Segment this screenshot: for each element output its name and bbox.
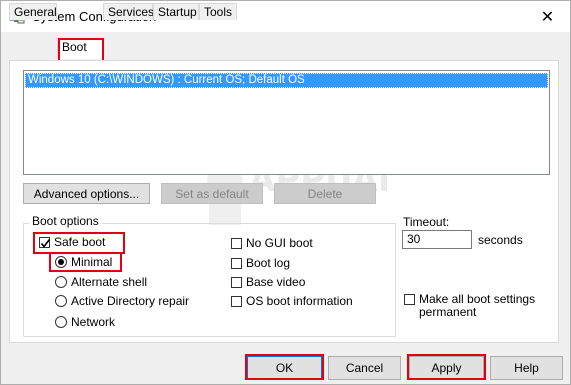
- base-video-label: Base video: [246, 275, 306, 289]
- checkbox-unchecked-icon: [404, 294, 415, 305]
- apply-highlight: [407, 354, 486, 380]
- advanced-options-button[interactable]: Advanced options...: [23, 183, 150, 204]
- boot-log-label: Boot log: [246, 256, 291, 270]
- timeout-label: Timeout:: [403, 215, 450, 229]
- make-permanent-text: Make all boot settings permanent: [419, 293, 535, 319]
- alternate-shell-label: Alternate shell: [71, 275, 148, 289]
- active-directory-repair-radio[interactable]: Active Directory repair: [55, 294, 189, 308]
- no-gui-boot-label: No GUI boot: [246, 236, 313, 250]
- title-bar[interactable]: System Configuration ✕: [1, 1, 570, 32]
- minimal-highlight: [49, 252, 122, 272]
- tab-startup[interactable]: Startup: [153, 3, 199, 20]
- no-gui-boot-checkbox[interactable]: No GUI boot: [231, 236, 313, 250]
- set-as-default-button[interactable]: Set as default: [161, 183, 263, 204]
- boot-log-checkbox[interactable]: Boot log: [231, 256, 290, 270]
- os-list-item[interactable]: Windows 10 (C:\WINDOWS) : Current OS; De…: [25, 73, 548, 88]
- ok-highlight: [245, 354, 324, 380]
- make-permanent-line2: permanent: [419, 305, 477, 319]
- os-boot-information-checkbox[interactable]: OS boot information: [231, 294, 353, 308]
- timeout-unit-label: seconds: [478, 233, 523, 247]
- base-video-checkbox[interactable]: Base video: [231, 275, 305, 289]
- timeout-input[interactable]: 30: [402, 230, 472, 249]
- tab-tools[interactable]: Tools: [199, 3, 237, 20]
- radio-unselected-icon: [55, 295, 67, 307]
- checkbox-unchecked-icon: [231, 237, 242, 249]
- os-boot-information-label: OS boot information: [246, 294, 353, 308]
- system-configuration-window: System Configuration ✕ General Boot Serv…: [0, 0, 571, 385]
- close-button[interactable]: ✕: [525, 1, 570, 32]
- tab-general[interactable]: General: [9, 3, 57, 20]
- delete-button[interactable]: Delete: [274, 183, 376, 204]
- close-icon: ✕: [540, 8, 555, 26]
- radio-unselected-icon: [55, 316, 67, 328]
- boot-options-legend: Boot options: [29, 214, 102, 228]
- os-list[interactable]: Windows 10 (C:\WINDOWS) : Current OS; De…: [23, 70, 550, 175]
- checkbox-unchecked-icon: [231, 295, 242, 307]
- make-permanent-checkbox[interactable]: Make all boot settings permanent: [404, 293, 535, 319]
- help-button[interactable]: Help: [490, 356, 563, 380]
- boot-tab-highlight: [58, 38, 104, 62]
- checkbox-unchecked-icon: [231, 276, 242, 288]
- network-radio[interactable]: Network: [55, 315, 115, 329]
- active-directory-repair-label: Active Directory repair: [71, 294, 190, 308]
- checkbox-unchecked-icon: [231, 257, 242, 269]
- network-label: Network: [71, 315, 116, 329]
- radio-unselected-icon: [55, 276, 67, 288]
- safe-boot-highlight: [33, 232, 125, 254]
- tab-services[interactable]: Services: [103, 3, 154, 20]
- cancel-button[interactable]: Cancel: [328, 356, 401, 380]
- alternate-shell-radio[interactable]: Alternate shell: [55, 275, 147, 289]
